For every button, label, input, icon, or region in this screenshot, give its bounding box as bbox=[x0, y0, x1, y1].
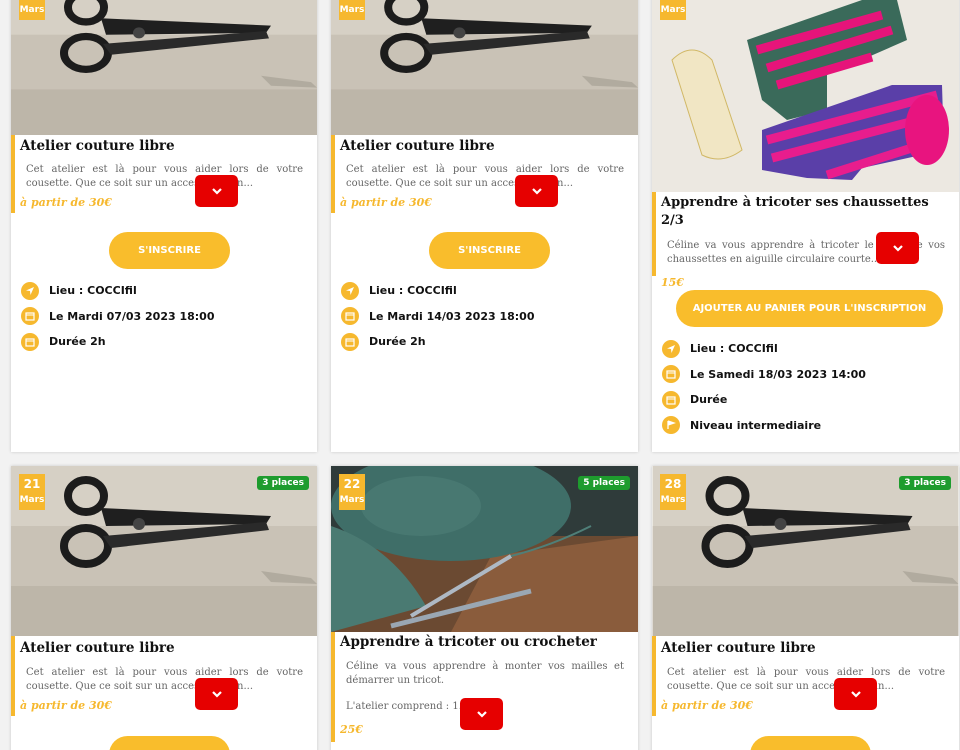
event-card[interactable]: Mars Atelier couture libre Cet atelier e… bbox=[11, 0, 317, 452]
event-title[interactable]: Atelier couture libre bbox=[20, 135, 309, 155]
event-title[interactable]: Atelier couture libre bbox=[20, 636, 309, 657]
event-image[interactable] bbox=[331, 0, 638, 135]
date-month: Mars bbox=[19, 495, 45, 505]
event-price: à partir de 30€ bbox=[340, 196, 432, 209]
duration-row: Durée 2h bbox=[341, 329, 630, 355]
date-day: 22 bbox=[343, 477, 361, 491]
calendar-icon bbox=[21, 307, 39, 326]
duration-row: Durée bbox=[662, 387, 951, 413]
date-badge: Mars bbox=[660, 0, 686, 20]
places-badge: 3 places bbox=[257, 476, 309, 490]
event-card[interactable]: Mars Apprendre à tricoter ses chaussette… bbox=[652, 0, 959, 452]
date-month: Mars bbox=[660, 5, 686, 15]
expand-button[interactable] bbox=[876, 232, 919, 264]
date-month: Mars bbox=[19, 5, 45, 15]
location-text: Lieu : COCCIfil bbox=[369, 284, 457, 298]
event-price: à partir de 30€ bbox=[661, 699, 753, 712]
date-text: Le Samedi 18/03 2023 14:00 bbox=[690, 367, 866, 381]
date-row: Le Mardi 14/03 2023 18:00 bbox=[341, 304, 630, 330]
event-title[interactable]: Atelier couture libre bbox=[661, 636, 951, 657]
level-text: Niveau intermediaire bbox=[690, 418, 822, 432]
event-card[interactable]: Mars Atelier couture libre Cet atelier e… bbox=[331, 0, 638, 452]
date-badge: 22 Mars bbox=[339, 474, 365, 510]
duration-text: Durée 2h bbox=[369, 335, 426, 349]
expand-button[interactable] bbox=[515, 175, 558, 207]
date-badge: 28 Mars bbox=[660, 474, 686, 510]
places-badge: 5 places bbox=[578, 476, 630, 490]
location-arrow-icon bbox=[341, 281, 359, 300]
event-description: Céline va vous apprendre à monter vos ma… bbox=[346, 661, 624, 686]
chevron-down-icon bbox=[531, 188, 542, 195]
date-row: Le Mardi 07/03 2023 18:00 bbox=[21, 304, 309, 330]
event-title[interactable]: Apprendre à tricoter ses chaussettes 2/3 bbox=[661, 192, 951, 230]
chevron-down-icon bbox=[850, 691, 861, 698]
expand-button[interactable] bbox=[195, 175, 238, 207]
duration-row: Durée 2h bbox=[21, 329, 309, 355]
event-price: 15€ bbox=[661, 276, 684, 289]
event-card[interactable]: 22 Mars 5 places Apprendre à tricoter ou… bbox=[331, 466, 638, 750]
event-description: Cet atelier est là pour vous aider lors … bbox=[346, 164, 624, 189]
location-arrow-icon bbox=[21, 281, 39, 300]
event-image[interactable] bbox=[331, 466, 638, 632]
event-image[interactable] bbox=[652, 0, 959, 192]
date-day: 21 bbox=[23, 477, 41, 491]
event-description: Cet atelier est là pour vous aider lors … bbox=[26, 667, 303, 692]
chevron-down-icon bbox=[211, 691, 222, 698]
duration-text: Durée bbox=[690, 393, 728, 407]
location-row: Lieu : COCCIfil bbox=[21, 278, 309, 304]
date-badge: Mars bbox=[339, 0, 365, 20]
date-badge: 21 Mars bbox=[19, 474, 45, 510]
calendar-icon bbox=[341, 332, 359, 351]
expand-button[interactable] bbox=[834, 678, 877, 710]
date-day: 28 bbox=[664, 477, 682, 491]
date-row: Le Samedi 18/03 2023 14:00 bbox=[662, 362, 951, 388]
date-month: Mars bbox=[660, 495, 686, 505]
register-button[interactable] bbox=[750, 736, 871, 750]
event-description: Cet atelier est là pour vous aider lors … bbox=[26, 164, 303, 189]
level-flag-icon bbox=[662, 416, 680, 435]
location-row: Lieu : COCCIfil bbox=[341, 278, 630, 304]
register-button[interactable]: S'inscrire bbox=[429, 232, 550, 269]
chevron-down-icon bbox=[476, 711, 487, 718]
calendar-icon bbox=[662, 390, 680, 409]
register-button[interactable] bbox=[109, 736, 230, 750]
register-button[interactable]: S'inscrire bbox=[109, 232, 230, 269]
location-arrow-icon bbox=[662, 339, 680, 358]
date-month: Mars bbox=[339, 495, 365, 505]
date-month: Mars bbox=[339, 5, 365, 15]
calendar-icon bbox=[662, 365, 680, 384]
event-card[interactable]: 28 Mars 3 places Atelier couture libre C… bbox=[652, 466, 959, 750]
event-title[interactable]: Apprendre à tricoter ou crocheter bbox=[340, 632, 630, 651]
add-to-cart-button[interactable]: Ajouter au panier pour l'inscription bbox=[676, 290, 943, 327]
chevron-down-icon bbox=[211, 188, 222, 195]
date-text: Le Mardi 07/03 2023 18:00 bbox=[49, 309, 215, 323]
socks-photo bbox=[652, 0, 959, 192]
event-title[interactable]: Atelier couture libre bbox=[340, 135, 630, 155]
event-price: à partir de 30€ bbox=[20, 196, 112, 209]
chevron-down-icon bbox=[892, 245, 903, 252]
event-image[interactable] bbox=[11, 0, 317, 135]
event-card[interactable]: 21 Mars 3 places Atelier couture libre C… bbox=[11, 466, 317, 750]
location-text: Lieu : COCCIfil bbox=[49, 284, 137, 298]
event-price: à partir de 30€ bbox=[20, 699, 112, 712]
calendar-icon bbox=[21, 332, 39, 351]
event-image[interactable] bbox=[652, 466, 959, 636]
date-badge: Mars bbox=[19, 0, 45, 20]
location-row: Lieu : COCCIfil bbox=[662, 336, 951, 362]
duration-text: Durée 2h bbox=[49, 335, 106, 349]
event-image[interactable] bbox=[11, 466, 317, 636]
expand-button[interactable] bbox=[460, 698, 503, 730]
location-text: Lieu : COCCIfil bbox=[690, 342, 778, 356]
expand-button[interactable] bbox=[195, 678, 238, 710]
places-badge: 3 places bbox=[899, 476, 951, 490]
level-row: Niveau intermediaire bbox=[662, 413, 951, 439]
date-text: Le Mardi 14/03 2023 18:00 bbox=[369, 309, 535, 323]
knitting-photo bbox=[331, 466, 638, 632]
calendar-icon bbox=[341, 307, 359, 326]
event-description: Cet atelier est là pour vous aider lors … bbox=[667, 667, 945, 692]
